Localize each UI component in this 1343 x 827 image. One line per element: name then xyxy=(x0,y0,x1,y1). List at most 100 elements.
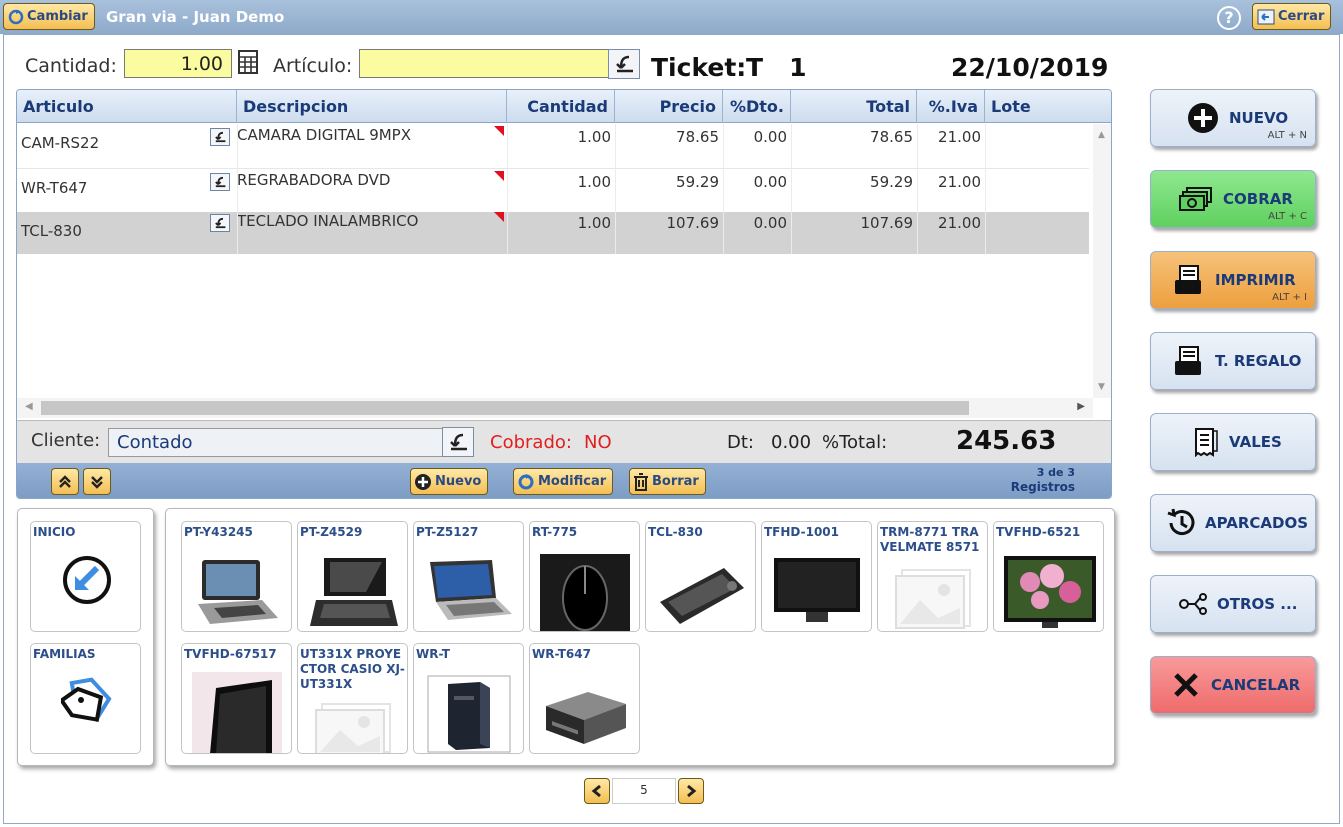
column-header-precio[interactable]: Precio xyxy=(615,90,723,123)
vouchers-button[interactable]: VALES xyxy=(1150,413,1316,471)
product-tile[interactable]: TVFHD-67517 xyxy=(181,643,292,754)
change-button-label: Cambiar xyxy=(27,9,88,24)
modify-line-label: Modificar xyxy=(538,474,607,489)
cell-iva: 21.00 xyxy=(938,173,981,191)
change-button[interactable]: Cambiar xyxy=(3,3,95,30)
cell-iva: 21.00 xyxy=(938,214,981,232)
vertical-scrollbar[interactable]: ▲ ▼ xyxy=(1093,124,1111,398)
others-button[interactable]: OTROS ... xyxy=(1150,575,1316,633)
cancel-button[interactable]: CANCELAR xyxy=(1150,656,1316,714)
cell-descripcion: REGRABADORA DVD xyxy=(237,171,391,189)
product-tile[interactable]: TFHD-1001 xyxy=(761,521,872,632)
product-tile[interactable]: WR-T xyxy=(413,643,524,754)
window-title: Gran via - Juan Demo xyxy=(106,8,285,26)
client-input[interactable]: Contado xyxy=(108,428,446,457)
double-chevron-up-icon xyxy=(59,474,71,488)
chevron-right-icon xyxy=(687,784,697,798)
product-tile[interactable]: TCL-830 xyxy=(645,521,756,632)
column-header-total[interactable]: Total xyxy=(791,90,917,123)
product-image-placeholder xyxy=(895,569,971,629)
column-header-descripcion[interactable]: Descripcion xyxy=(237,90,507,123)
article-label: Artículo: xyxy=(273,55,353,77)
move-down-button[interactable] xyxy=(83,468,111,495)
gift-ticket-button[interactable]: T. REGALO xyxy=(1150,332,1316,390)
exit-icon xyxy=(1257,9,1275,24)
table-row[interactable]: WR-T647 REGRABADORA DVD 1.00 59.29 0.00 … xyxy=(17,168,1089,212)
product-label: RT-775 xyxy=(532,525,578,539)
horizontal-scrollbar[interactable]: ◀ ▶ xyxy=(17,398,1093,418)
column-divider xyxy=(917,124,918,254)
page-number[interactable]: 5 xyxy=(612,778,676,804)
refresh-icon xyxy=(518,473,534,489)
scroll-thumb[interactable] xyxy=(41,401,969,415)
product-tile[interactable]: PT-Z5127 xyxy=(413,521,524,632)
column-header-articulo[interactable]: Articulo xyxy=(17,90,237,123)
scroll-right-icon[interactable]: ▶ xyxy=(1077,401,1085,412)
scroll-down-icon[interactable]: ▼ xyxy=(1098,382,1105,392)
column-header-lote[interactable]: Lote xyxy=(985,90,1111,123)
move-up-button[interactable] xyxy=(51,468,79,495)
column-header-cantidad[interactable]: Cantidad xyxy=(507,90,615,123)
new-line-button[interactable]: Nuevo xyxy=(410,468,489,495)
page-prev-button[interactable] xyxy=(584,778,610,804)
close-button-label: Cerrar xyxy=(1278,9,1325,24)
row-flag-mark xyxy=(494,126,504,136)
column-divider xyxy=(615,124,616,254)
product-label: TRM-8771 TRAVELMATE 8571 xyxy=(880,525,980,554)
cell-precio: 78.65 xyxy=(676,128,719,146)
product-label: TVFHD-67517 xyxy=(184,647,277,661)
cell-cantidad: 1.00 xyxy=(577,214,611,232)
table-row-selected[interactable]: TCL-830 TECLADO INALAMBRICO 1.00 107.69 … xyxy=(17,212,1089,254)
column-header-dto[interactable]: %Dto. xyxy=(723,90,791,123)
product-image-keyboard xyxy=(660,568,744,624)
receipt-icon xyxy=(1195,428,1218,457)
nav-tile-familias[interactable]: FAMILIAS xyxy=(30,643,141,754)
modify-line-button[interactable]: Modificar xyxy=(513,468,614,495)
client-lookup-button[interactable] xyxy=(442,427,474,457)
article-input[interactable] xyxy=(359,49,609,78)
cell-total: 107.69 xyxy=(860,214,914,232)
product-tile[interactable]: UT331X PROYECTOR CASIO XJ-UT331X xyxy=(297,643,408,754)
product-label: UT331X PROYECTOR CASIO XJ-UT331X xyxy=(300,647,405,691)
table-row[interactable]: CAM-RS22 CAMARA DIGITAL 9MPX 1.00 78.65 … xyxy=(17,124,1089,168)
product-tile[interactable]: WR-T647 xyxy=(529,643,640,754)
cell-cantidad: 1.00 xyxy=(577,128,611,146)
total-label: %Total: xyxy=(822,432,888,453)
charge-button[interactable]: COBRAR ALT + C xyxy=(1150,170,1316,228)
row-lookup-icon[interactable] xyxy=(210,214,230,232)
parked-button[interactable]: APARCADOS xyxy=(1150,494,1316,552)
quantity-input[interactable]: 1.00 xyxy=(124,49,232,78)
scroll-left-icon[interactable]: ◀ xyxy=(25,401,33,412)
cancel-label: CANCELAR xyxy=(1211,676,1301,694)
cell-precio: 59.29 xyxy=(676,173,719,191)
cell-cantidad: 1.00 xyxy=(577,173,611,191)
delete-line-label: Borrar xyxy=(652,474,699,489)
product-tile[interactable]: RT-775 xyxy=(529,521,640,632)
product-tile[interactable]: TVFHD-6521 xyxy=(993,521,1104,632)
product-tile[interactable]: TRM-8771 TRAVELMATE 8571 xyxy=(877,521,988,632)
calculator-icon[interactable] xyxy=(238,50,258,74)
tags-icon xyxy=(61,677,112,723)
article-lookup-button[interactable] xyxy=(608,49,640,79)
product-image-laptop-dark xyxy=(310,558,398,626)
product-tile[interactable]: PT-Y43245 xyxy=(181,521,292,632)
product-image-tower-drive xyxy=(427,675,511,753)
products-panel: PT-Y43245 PT-Z4529 PT-Z5127 RT-775 TCL-8… xyxy=(165,508,1115,766)
close-window-button[interactable]: Cerrar xyxy=(1252,3,1332,30)
page-next-button[interactable] xyxy=(678,778,704,804)
scroll-up-icon[interactable]: ▲ xyxy=(1098,130,1105,140)
column-header-iva[interactable]: %.Iva xyxy=(917,90,985,123)
money-icon xyxy=(1179,187,1212,211)
product-image-tv-black xyxy=(192,672,282,753)
print-button[interactable]: IMPRIMIR ALT + I xyxy=(1150,251,1316,309)
product-tile[interactable]: PT-Z4529 xyxy=(297,521,408,632)
new-ticket-button[interactable]: NUEVO ALT + N xyxy=(1150,89,1316,147)
row-lookup-icon[interactable] xyxy=(210,128,230,146)
delete-line-button[interactable]: Borrar xyxy=(629,468,706,495)
row-lookup-icon[interactable] xyxy=(210,173,230,191)
nav-tile-inicio[interactable]: INICIO xyxy=(30,521,141,632)
charged-status: NO xyxy=(584,432,612,453)
row-flag-mark xyxy=(494,171,504,181)
gift-ticket-label: T. REGALO xyxy=(1215,352,1302,370)
help-icon[interactable]: ? xyxy=(1217,6,1241,30)
